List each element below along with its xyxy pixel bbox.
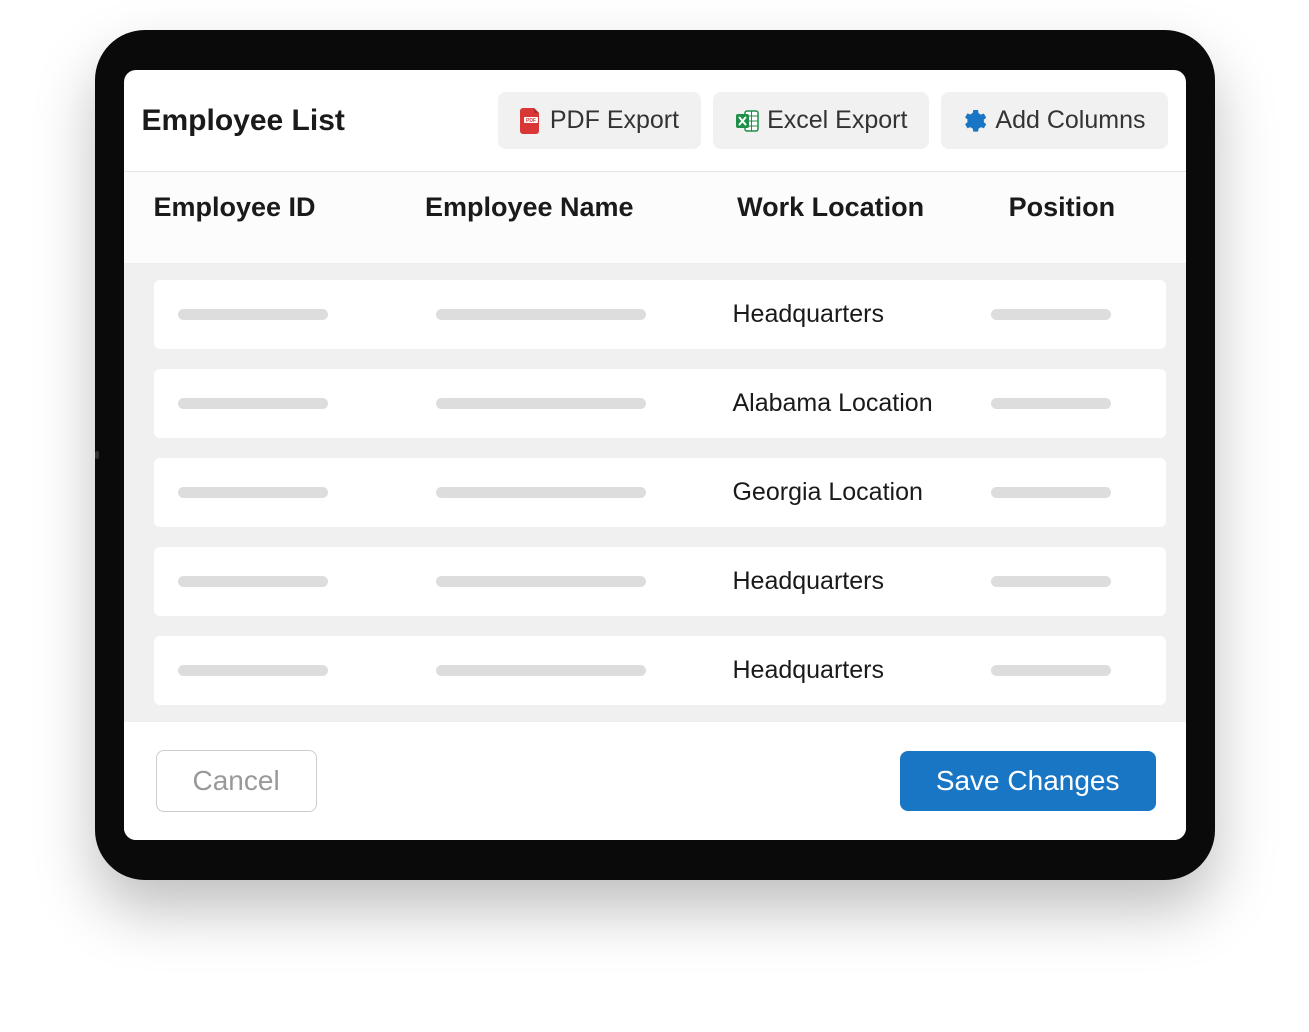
work-location-cell: Headquarters: [732, 567, 990, 596]
column-header-employee-name: Employee Name: [425, 192, 737, 223]
cancel-button[interactable]: Cancel: [156, 750, 317, 812]
header-bar: Employee List PDF PDF Export: [124, 70, 1186, 172]
excel-file-icon: [735, 109, 759, 133]
gear-icon: [963, 109, 987, 133]
employee-id-placeholder: [178, 665, 328, 676]
footer-actions: Cancel Save Changes: [124, 721, 1186, 840]
add-columns-button[interactable]: Add Columns: [941, 92, 1167, 149]
work-location-cell: Headquarters: [732, 656, 990, 685]
excel-export-label: Excel Export: [767, 106, 907, 135]
employee-name-placeholder: [436, 487, 646, 498]
header-actions: PDF PDF Export: [498, 92, 1168, 149]
table-row[interactable]: Headquarters: [154, 547, 1166, 616]
table-column-headers: Employee ID Employee Name Work Location …: [124, 172, 1186, 264]
table-row[interactable]: Headquarters: [154, 636, 1166, 705]
tablet-edge-mark: [95, 451, 99, 459]
employee-name-placeholder: [436, 665, 646, 676]
tablet-device-frame: Employee List PDF PDF Export: [95, 30, 1215, 880]
app-screen: Employee List PDF PDF Export: [124, 70, 1186, 840]
employee-id-placeholder: [178, 487, 328, 498]
column-header-position: Position: [1009, 192, 1172, 223]
work-location-cell: Alabama Location: [732, 389, 990, 418]
column-header-work-location: Work Location: [737, 192, 1008, 223]
table-row[interactable]: Headquarters: [154, 280, 1166, 349]
position-placeholder: [991, 487, 1111, 498]
excel-export-button[interactable]: Excel Export: [713, 92, 929, 149]
svg-text:PDF: PDF: [526, 117, 536, 123]
position-placeholder: [991, 665, 1111, 676]
work-location-cell: Georgia Location: [732, 478, 990, 507]
page-title: Employee List: [142, 104, 345, 138]
pdf-file-icon: PDF: [520, 108, 542, 134]
table-row[interactable]: Alabama Location: [154, 369, 1166, 438]
employee-name-placeholder: [436, 309, 646, 320]
save-changes-button[interactable]: Save Changes: [900, 751, 1156, 811]
employee-id-placeholder: [178, 309, 328, 320]
position-placeholder: [991, 576, 1111, 587]
work-location-cell: Headquarters: [732, 300, 990, 329]
employee-name-placeholder: [436, 398, 646, 409]
add-columns-label: Add Columns: [995, 106, 1145, 135]
position-placeholder: [991, 398, 1111, 409]
employee-id-placeholder: [178, 398, 328, 409]
employee-id-placeholder: [178, 576, 328, 587]
employee-name-placeholder: [436, 576, 646, 587]
pdf-export-label: PDF Export: [550, 106, 679, 135]
position-placeholder: [991, 309, 1111, 320]
table-rows-container: Headquarters Alabama Location Georgia Lo…: [124, 264, 1186, 721]
column-header-employee-id: Employee ID: [154, 192, 425, 223]
table-row[interactable]: Georgia Location: [154, 458, 1166, 527]
pdf-export-button[interactable]: PDF PDF Export: [498, 92, 701, 149]
